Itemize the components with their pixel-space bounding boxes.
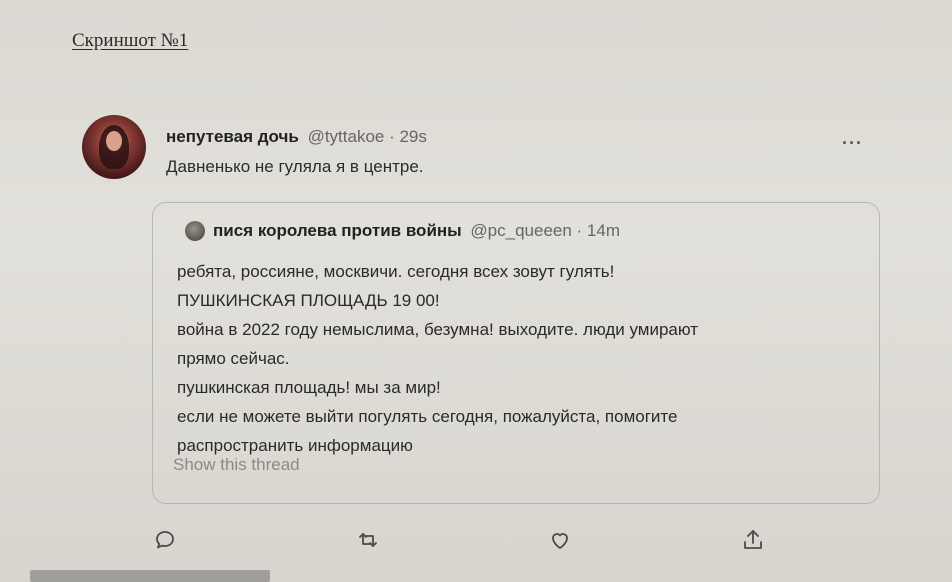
like-icon — [552, 533, 568, 549]
retweet-icon — [359, 533, 377, 547]
quoted-author-name[interactable]: пися королева против войны — [213, 221, 462, 240]
show-thread-link[interactable]: Show this thread — [173, 455, 300, 475]
quoted-text-line: ребята, россияне, москвичи. сегодня всех… — [177, 262, 615, 281]
quoted-text-line: если не можете выйти погулять сегодня, п… — [177, 407, 678, 426]
share-button[interactable] — [738, 525, 768, 555]
cropped-text-fragment-bottom — [30, 570, 270, 582]
like-button[interactable] — [545, 525, 575, 555]
cropped-text-fragment — [380, 0, 385, 13]
retweet-button[interactable] — [353, 525, 383, 555]
reply-icon — [156, 531, 174, 549]
quoted-author-handle[interactable]: @pc_queeen · 14m — [470, 221, 620, 240]
quoted-text-line: прямо сейчас. — [177, 349, 290, 368]
author-handle[interactable]: @tyttakoe · 29s — [308, 127, 427, 146]
reply-button[interactable] — [150, 525, 180, 555]
quoted-tweet-header: пися королева против войны @pc_queeen · … — [213, 221, 620, 241]
author-avatar[interactable] — [82, 115, 146, 179]
tweet-actions — [70, 525, 900, 555]
screenshot-caption: Скриншот №1 — [72, 30, 189, 51]
tweet-header: непутевая дочь @tyttakoe · 29s — [166, 127, 427, 147]
quoted-author-avatar[interactable] — [185, 221, 205, 241]
quoted-text-line: пушкинская площадь! мы за мир! — [177, 378, 441, 397]
quoted-text-line: война в 2022 году немыслима, безумна! вы… — [177, 320, 699, 339]
more-options-icon[interactable]: ··· — [842, 133, 863, 154]
avatar-face — [106, 131, 122, 151]
quoted-tweet[interactable]: пися королева против войны @pc_queeen · … — [152, 202, 880, 504]
tweet-card: непутевая дочь @tyttakoe · 29s ··· Давне… — [70, 105, 900, 575]
quoted-text-line: ПУШКИНСКАЯ ПЛОЩАДЬ 19 00! — [177, 291, 440, 310]
quoted-tweet-text: ребята, россияне, москвичи. сегодня всех… — [177, 257, 857, 460]
tweet-text: Давненько не гуляла я в центре. — [166, 157, 424, 176]
author-name[interactable]: непутевая дочь — [166, 127, 299, 146]
share-icon — [744, 530, 762, 549]
